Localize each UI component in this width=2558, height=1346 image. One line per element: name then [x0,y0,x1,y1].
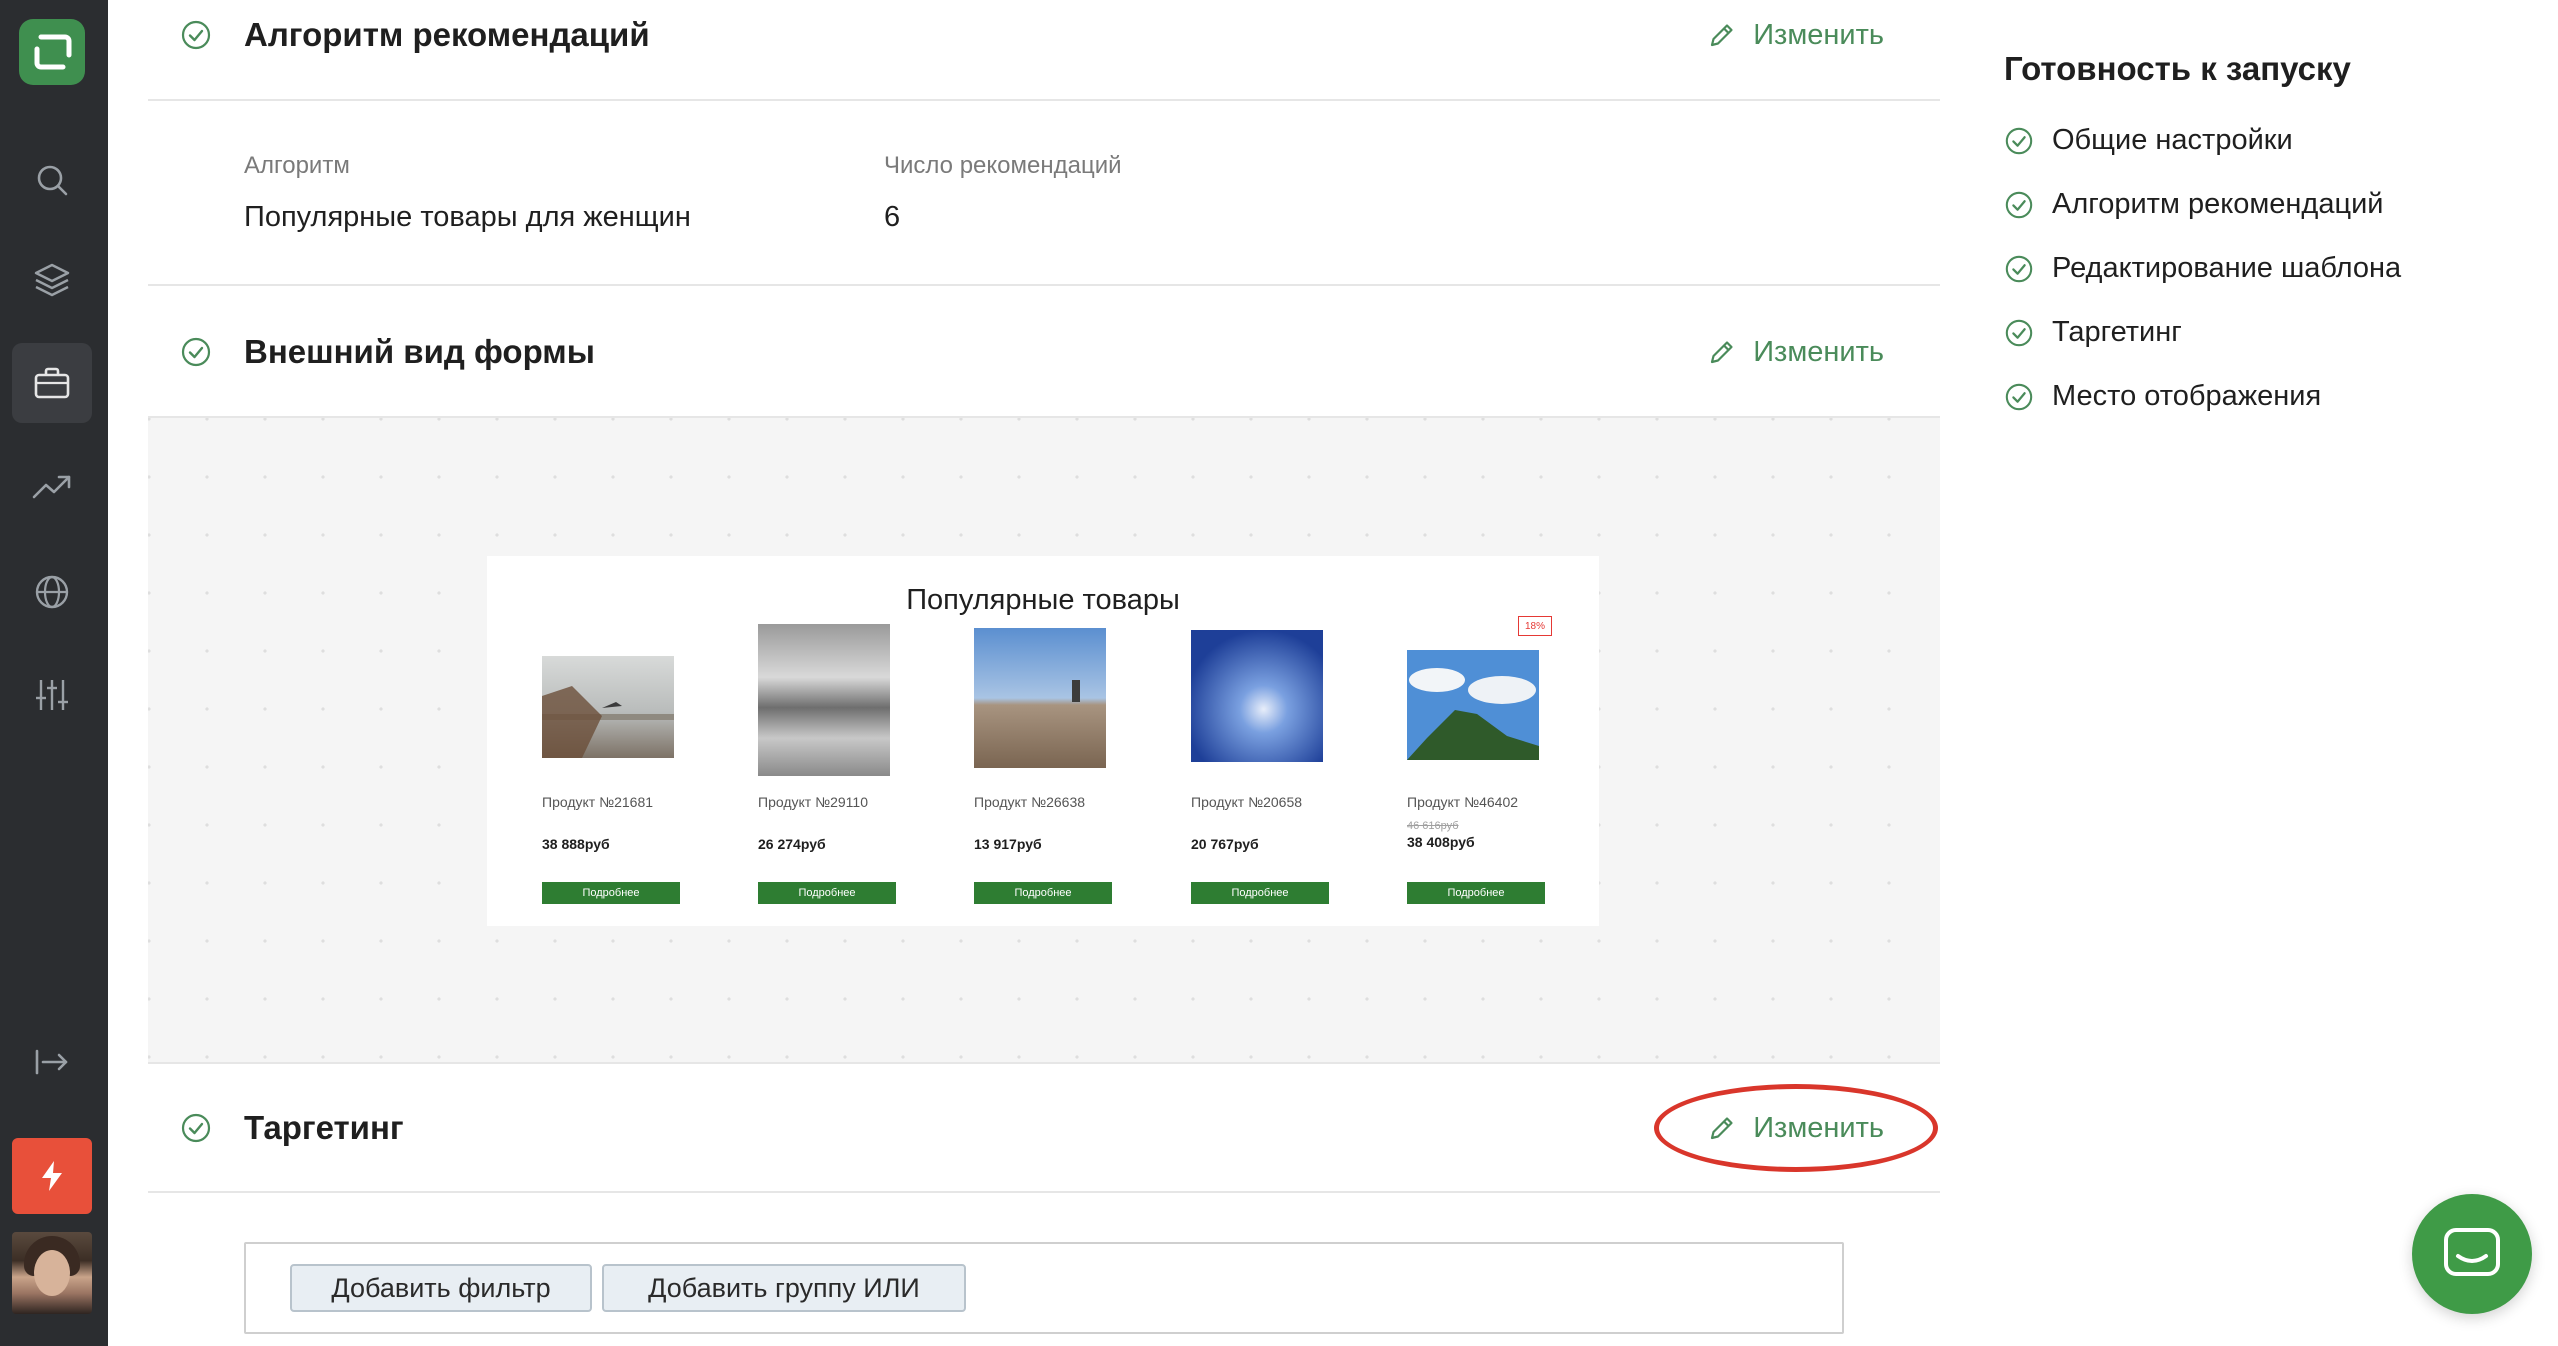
product-details-button[interactable]: Подробнее [1407,882,1545,904]
divider [148,99,1940,101]
product-card: Продукт №26638 13 917руб Подробнее [974,616,1112,916]
product-name: Продукт №46402 [1407,794,1519,810]
check-circle-icon [2005,319,2033,346]
product-image [1407,650,1539,760]
product-details-button[interactable]: Подробнее [758,882,896,904]
section-title: Алгоритм рекомендаций [244,16,650,53]
nav-logout[interactable] [12,1022,92,1102]
product-name: Продукт №20658 [1191,794,1303,810]
nav-analytics[interactable] [12,447,92,527]
targeting-filter-box: Добавить фильтр Добавить группу ИЛИ [244,1242,1844,1334]
nav-campaigns[interactable] [12,343,92,423]
product-price: 38 408руб [1407,834,1475,850]
recommendation-count-label: Число рекомендаций [884,152,1122,179]
nav-search[interactable] [12,140,92,220]
edit-appearance-button[interactable]: Изменить [1707,336,1884,369]
check-circle-icon [2005,127,2033,154]
product-name: Продукт №26638 [974,794,1086,810]
layers-icon [34,263,70,297]
pencil-icon [1711,341,1733,364]
product-details-button[interactable]: Подробнее [1191,882,1329,904]
divider [148,1191,1940,1193]
section-title: Таргетинг [244,1109,404,1146]
app-logo[interactable] [19,19,85,85]
search-icon [37,165,68,196]
product-name: Продукт №29110 [758,794,868,810]
check-circle-icon [181,1113,211,1143]
section-algorithm-header: Алгоритм рекомендаций Изменить [148,0,1940,70]
check-circle-icon [181,337,211,367]
product-card: Продукт №29110 26 274руб Подробнее [758,616,896,916]
chat-icon [2444,1228,2500,1276]
sliders-icon [36,680,68,710]
pencil-icon [1711,24,1733,47]
edit-label: Изменить [1753,335,1884,368]
divider [148,1062,1940,1064]
readiness-item-label: Таргетинг [2052,316,2182,348]
sidebar [0,0,108,1346]
readiness-item-label: Общие настройки [2052,124,2293,156]
trending-up-icon [32,475,71,499]
add-filter-button[interactable]: Добавить фильтр [290,1264,592,1312]
product-card: Продукт №21681 38 888руб Подробнее [542,616,680,916]
algorithm-label: Алгоритм [244,152,350,179]
nav-layers[interactable] [12,240,92,320]
user-avatar[interactable] [12,1232,92,1314]
readiness-item[interactable]: Алгоритм рекомендаций [2004,188,2383,221]
briefcase-icon [34,367,70,399]
section-appearance-header: Внешний вид формы Изменить [148,317,1940,387]
readiness-item[interactable]: Общие настройки [2004,124,2293,157]
logout-icon [35,1049,68,1075]
add-or-group-button[interactable]: Добавить группу ИЛИ [602,1264,966,1312]
readiness-item-label: Редактирование шаблона [2052,252,2402,284]
product-image [542,656,674,758]
quick-action-button[interactable] [12,1138,92,1214]
divider [148,284,1940,286]
product-image [1191,630,1323,762]
section-title: Внешний вид формы [244,333,595,370]
chat-widget-button[interactable] [2412,1194,2532,1314]
product-card: 46 616руб 38 408руб Продукт №46402 Подро… [1407,616,1545,916]
product-price: 38 888руб [542,836,610,852]
edit-label: Изменить [1753,18,1884,51]
readiness-item[interactable]: Редактирование шаблона [2004,252,2401,285]
widget-title: Популярные товары [906,584,1180,616]
logo-icon [34,34,72,70]
recommendation-widget-preview: Популярные товары Продукт №21681 38 888р… [487,556,1599,926]
product-image [974,628,1106,768]
nav-settings[interactable] [12,655,92,735]
nav-sites[interactable] [12,552,92,632]
algorithm-value: Популярные товары для женщин [244,201,691,233]
product-details-button[interactable]: Подробнее [542,882,680,904]
product-old-price: 46 616руб [1407,820,1459,832]
product-details-button[interactable]: Подробнее [974,882,1112,904]
readiness-item[interactable]: Место отображения [2004,380,2321,413]
flash-icon [42,1161,62,1191]
readiness-item-label: Алгоритм рекомендаций [2052,188,2384,220]
globe-icon [35,575,69,609]
product-name: Продукт №21681 [542,794,654,810]
check-circle-icon [2005,191,2033,218]
avatar-face [34,1250,70,1296]
recommendation-count-value: 6 [884,201,901,233]
readiness-title: Готовность к запуску [2004,50,2351,87]
discount-badge: 18% [1518,616,1552,636]
readiness-item-label: Место отображения [2052,380,2322,412]
check-circle-icon [2005,255,2033,282]
check-circle-icon [2005,383,2033,410]
product-price: 13 917руб [974,836,1042,852]
check-circle-icon [181,20,211,50]
product-price: 26 274руб [758,836,826,852]
product-image [758,624,890,776]
highlight-annotation [1654,1084,1938,1172]
edit-algorithm-button[interactable]: Изменить [1707,19,1884,52]
product-price: 20 767руб [1191,836,1259,852]
product-card: Продукт №20658 20 767руб Подробнее [1191,616,1329,916]
readiness-item[interactable]: Таргетинг [2004,316,2182,349]
form-preview-area: Популярные товары Продукт №21681 38 888р… [148,418,1940,1062]
